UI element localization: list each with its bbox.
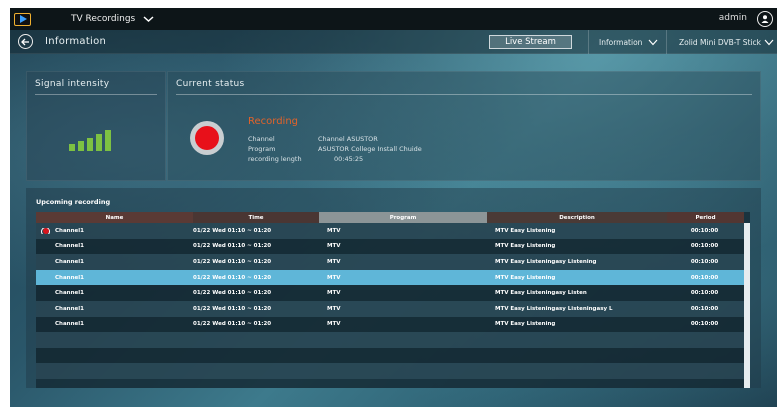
table-row[interactable]: Channel1 01/22 Wed 01:10 ~ 01:20 MTV MTV… <box>36 238 750 255</box>
back-arrow-icon[interactable] <box>18 34 33 49</box>
column-header-period[interactable]: Period <box>667 212 744 223</box>
user-name[interactable]: admin <box>719 13 747 23</box>
info-dropdown-label: Information <box>599 37 643 47</box>
cell-program: MTV <box>327 321 341 328</box>
cell-name: Channel1 <box>55 290 84 297</box>
cell-program: MTV <box>327 227 341 234</box>
divider <box>176 94 752 95</box>
cell-program: MTV <box>327 305 341 312</box>
info-dropdown[interactable]: Information <box>588 30 666 54</box>
column-header-time[interactable]: Time <box>193 212 319 223</box>
app-name[interactable]: TV Recordings <box>71 14 135 24</box>
cell-name: Channel1 <box>36 227 193 234</box>
table-row-empty <box>36 363 750 379</box>
signal-bar <box>96 134 102 151</box>
length-value: 00:45:25 <box>334 155 364 163</box>
column-header-description[interactable]: Description <box>487 212 667 223</box>
live-stream-button[interactable]: Live Stream <box>489 35 572 49</box>
signal-bar <box>105 130 111 151</box>
table-row[interactable]: Channel1 01/22 Wed 01:10 ~ 01:20 MTV MTV… <box>36 285 750 301</box>
cell-name: Channel1 <box>55 321 84 328</box>
cell-name: Channel1 <box>55 305 84 312</box>
signal-title: Signal intensity <box>35 79 110 89</box>
device-dropdown[interactable]: Zolid Mini DVB-T Stick <box>666 30 777 54</box>
cell-name: Channel1 <box>55 258 84 265</box>
upcoming-table: Name Time Program Description Period Cha… <box>36 212 750 388</box>
cell-time: 01/22 Wed 01:10 ~ 01:20 <box>193 290 272 297</box>
table-header: Name Time Program Description Period <box>36 212 750 223</box>
cell-description: MTV Easy Listeningasy Listening <box>495 258 597 265</box>
divider <box>35 94 157 95</box>
table-row[interactable]: Channel1 01/22 Wed 01:10 ~ 01:20 MTV MTV… <box>36 316 750 333</box>
table-row-empty <box>36 347 750 364</box>
cell-time: 01/22 Wed 01:10 ~ 01:20 <box>193 258 272 265</box>
cell-time: 01/22 Wed 01:10 ~ 01:20 <box>193 274 272 281</box>
cell-time: 01/22 Wed 01:10 ~ 01:20 <box>193 305 272 312</box>
cell-period: 00:10:00 <box>690 258 719 265</box>
signal-panel: Signal intensity <box>26 71 166 181</box>
cell-description: MTV Easy Listening <box>495 227 556 234</box>
cell-time: 01/22 Wed 01:10 ~ 01:20 <box>193 227 272 234</box>
top-bar: TV Recordings admin <box>10 8 777 30</box>
cell-time: 01/22 Wed 01:10 ~ 01:20 <box>193 321 272 328</box>
signal-bar <box>78 141 84 151</box>
table-row[interactable]: Channel1 01/22 Wed 01:10 ~ 01:20 MTV MTV… <box>36 223 750 239</box>
scrollbar-thumb[interactable] <box>744 223 750 388</box>
signal-bar <box>87 138 93 151</box>
cell-period: 00:10:00 <box>690 227 719 234</box>
channel-value: Channel ASUSTOR <box>318 135 378 143</box>
recording-info: Channel Channel ASUSTOR Program ASUSTOR Co… <box>248 134 422 164</box>
cell-program: MTV <box>327 290 341 297</box>
cell-period: 00:10:00 <box>690 274 719 281</box>
recording-state: Recording <box>248 116 299 127</box>
cell-period: 00:10:00 <box>690 321 719 328</box>
nav-bar: Information Live Stream Information Zoli… <box>10 30 777 54</box>
app-window: TV Recordings admin Information Live Str… <box>10 8 777 407</box>
table-row-selected[interactable]: Channel1 01/22 Wed 01:10 ~ 01:20 MTV MTV… <box>36 269 750 286</box>
page-title: Information <box>45 36 107 47</box>
cell-description: MTV Easy Listening <box>495 243 556 250</box>
length-label: recording length <box>248 155 302 163</box>
cell-period: 00:10:00 <box>690 290 719 297</box>
table-row[interactable]: Channel1 01/22 Wed 01:10 ~ 01:20 MTV MTV… <box>36 300 750 317</box>
current-status-title: Current status <box>176 79 245 89</box>
cell-name: Channel1 <box>55 274 84 281</box>
program-label: Program <box>248 145 276 153</box>
chevron-down-icon <box>764 39 774 45</box>
table-row-empty <box>36 332 750 348</box>
chevron-down-icon[interactable] <box>143 15 154 23</box>
column-header-program[interactable]: Program <box>319 212 487 223</box>
recording-icon <box>190 121 224 155</box>
cell-program: MTV <box>327 243 341 250</box>
channel-label: Channel <box>248 135 275 143</box>
signal-strength-icon <box>69 130 111 151</box>
upcoming-panel: Upcoming recording Name Time Program Des… <box>26 188 761 388</box>
device-dropdown-label: Zolid Mini DVB-T Stick <box>679 37 761 47</box>
cell-program: MTV <box>327 258 341 265</box>
recording-dot-icon <box>41 227 50 234</box>
cell-description: MTV Easy Listeningasy Listen <box>495 290 587 297</box>
cell-time: 01/22 Wed 01:10 ~ 01:20 <box>193 243 272 250</box>
cell-program: MTV <box>327 274 341 281</box>
tv-app-icon[interactable] <box>14 12 31 26</box>
user-icon[interactable] <box>757 11 773 27</box>
column-header-name[interactable]: Name <box>36 212 193 223</box>
program-value: ASUSTOR College Install Chuide <box>318 145 422 153</box>
cell-period: 00:10:00 <box>690 243 719 250</box>
scrollbar[interactable] <box>744 223 750 388</box>
signal-bar <box>69 144 75 151</box>
current-status-panel: Current status Recording Channel Channel … <box>167 71 761 181</box>
cell-description: MTV Easy Listening <box>495 321 556 328</box>
upcoming-title: Upcoming recording <box>36 198 111 206</box>
cell-description: MTV Easy Listeningasy Listeningasy L <box>495 305 613 312</box>
cell-description: MTV Easy Listening <box>495 274 556 281</box>
cell-period: 00:10:00 <box>690 305 719 312</box>
chevron-down-icon <box>648 39 658 45</box>
table-row[interactable]: Channel1 01/22 Wed 01:10 ~ 01:20 MTV MTV… <box>36 254 750 270</box>
cell-name: Channel1 <box>55 243 84 250</box>
